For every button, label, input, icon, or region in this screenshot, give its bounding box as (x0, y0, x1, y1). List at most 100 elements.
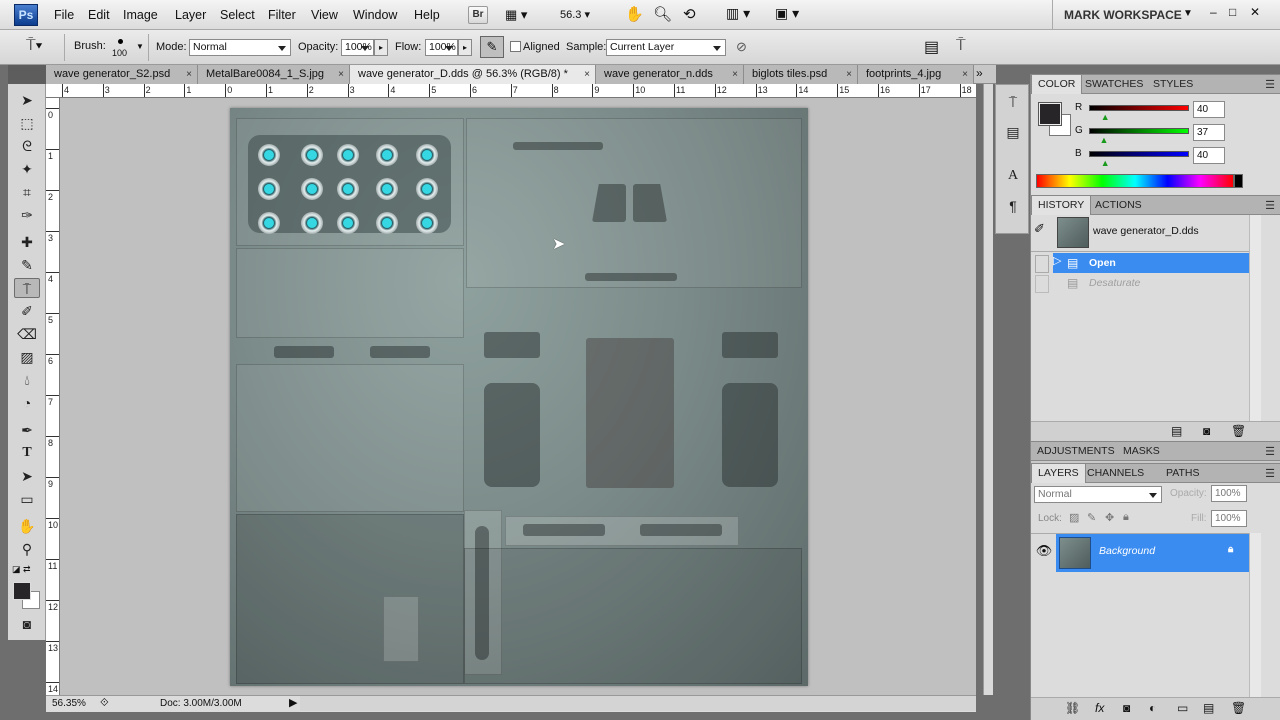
brush-panel-icon[interactable]: ▤ (924, 37, 939, 57)
tab-metalbare[interactable]: MetalBare0084_1_S.jpg × (198, 65, 350, 84)
tab-close-icon[interactable]: × (186, 65, 192, 84)
hand-tool-icon[interactable]: ✋ (625, 5, 644, 23)
blend-mode-select[interactable]: Normal (1034, 486, 1162, 503)
tab-close-icon[interactable]: × (846, 65, 852, 84)
close-button[interactable]: ✕ (1250, 5, 1260, 19)
film-icon[interactable]: ▦ ▾ (505, 7, 527, 23)
zoom-tool-icon[interactable]: ⚲ (14, 539, 40, 559)
type-tool-icon[interactable]: T (14, 443, 40, 463)
maximize-button[interactable]: □ (1229, 5, 1236, 19)
panel-menu-icon[interactable]: ☰ (1265, 199, 1275, 212)
lock-all-icon[interactable]: 🔒︎ (1123, 511, 1129, 524)
lock-transparency-icon[interactable]: ▨ (1069, 511, 1079, 524)
hand-tool-icon[interactable]: ✋ (14, 516, 40, 536)
vertical-scrollbar[interactable] (983, 84, 993, 695)
history-brush-source-icon[interactable]: ✐ (1034, 221, 1045, 237)
history-brush-tool-icon[interactable]: ✐ (14, 301, 40, 321)
menu-layer[interactable]: Layer (175, 8, 206, 22)
green-slider-thumb[interactable]: ▲ (1100, 135, 1109, 145)
new-group-icon[interactable]: ▭ (1177, 701, 1188, 715)
menu-window[interactable]: Window (353, 8, 397, 22)
history-state-checkbox[interactable] (1035, 275, 1049, 293)
tab-close-icon[interactable]: × (584, 65, 590, 84)
layers-scrollbar[interactable] (1249, 533, 1261, 697)
pen-tool-icon[interactable]: ✒ (14, 420, 40, 440)
foreground-color-swatch[interactable] (13, 582, 31, 600)
tab-channels[interactable]: CHANNELS (1081, 464, 1150, 483)
black-swatch[interactable] (1234, 174, 1243, 188)
layer-style-icon[interactable]: fx (1095, 701, 1104, 715)
add-mask-icon[interactable]: ◙ (1123, 701, 1130, 715)
status-options-icon[interactable]: ⟐ (100, 697, 109, 710)
layer-name[interactable]: Background (1099, 545, 1155, 557)
tab-swatches[interactable]: SWATCHES (1079, 75, 1149, 94)
tab-adjustments[interactable]: ADJUSTMENTS (1031, 442, 1121, 461)
crop-tool-icon[interactable]: ⌗ (14, 182, 40, 202)
layer-visibility-eye-icon[interactable]: 👁︎ (1034, 543, 1054, 563)
blue-slider-thumb[interactable]: ▲ (1101, 158, 1110, 168)
horizontal-scrollbar[interactable] (300, 696, 976, 711)
path-selection-tool-icon[interactable]: ➤ (14, 466, 40, 486)
new-layer-icon[interactable]: ▤ (1203, 701, 1214, 715)
tab-color[interactable]: COLOR (1031, 75, 1083, 94)
move-tool-icon[interactable]: ➤ (14, 90, 40, 110)
gradient-tool-icon[interactable]: ▨ (14, 347, 40, 367)
paragraph-panel-icon[interactable]: ¶ (1002, 195, 1024, 217)
panel-menu-icon[interactable]: ☰ (1265, 467, 1275, 480)
green-slider[interactable] (1089, 128, 1189, 134)
panel-menu-icon[interactable]: ☰ (1265, 445, 1275, 458)
healing-brush-tool-icon[interactable]: ✚ (14, 232, 40, 252)
sample-select[interactable]: Current Layer (606, 39, 726, 56)
zoom-dropdown[interactable]: 56.3 ▾ (548, 6, 600, 24)
eyedropper-tool-icon[interactable]: ✑ (14, 205, 40, 225)
lock-position-icon[interactable]: ✥ (1105, 511, 1114, 524)
tab-close-icon[interactable]: × (732, 65, 738, 84)
opacity-slider-button[interactable]: ▸ (374, 39, 388, 56)
brush-chevron-icon[interactable]: ▼ (136, 42, 144, 51)
history-state-slider-icon[interactable]: ▷ (1053, 254, 1061, 267)
tab-styles[interactable]: STYLES (1147, 75, 1199, 94)
shape-tool-icon[interactable]: ▭ (14, 489, 40, 509)
panel-menu-icon[interactable]: ☰ (1265, 78, 1275, 91)
lock-pixels-icon[interactable]: ✎ (1087, 511, 1096, 524)
minimize-button[interactable]: – (1210, 5, 1217, 19)
layer-row-background[interactable]: Background 🔒︎ (1056, 534, 1249, 572)
magic-wand-tool-icon[interactable]: ✦ (14, 159, 40, 179)
foreground-color-swatch[interactable] (1038, 102, 1062, 126)
marquee-tool-icon[interactable]: ⬚ (14, 113, 40, 133)
quick-mask-icon[interactable]: ◙ (14, 614, 40, 634)
tab-history[interactable]: HISTORY (1031, 196, 1092, 215)
default-colors-icon[interactable]: ◪ ⇄ (12, 564, 31, 575)
clone-source-icon[interactable]: ⍑ (1002, 91, 1024, 113)
link-layers-icon[interactable]: ⛓ (1065, 701, 1080, 715)
brush-preset-picker[interactable]: 100 (109, 35, 133, 61)
red-value-input[interactable]: 40 (1193, 101, 1225, 118)
arrange-documents-icon[interactable]: ▥ ▾ (726, 5, 750, 22)
tab-wave-generator-n[interactable]: wave generator_n.dds × (596, 65, 744, 84)
menu-image[interactable]: Image (123, 8, 158, 22)
tab-close-icon[interactable]: × (338, 65, 344, 84)
snapshot-thumbnail[interactable] (1057, 217, 1089, 248)
mode-select[interactable]: Normal (189, 39, 291, 56)
tab-layers[interactable]: LAYERS (1031, 464, 1086, 483)
new-snapshot-icon[interactable]: ◙ (1203, 424, 1210, 438)
red-slider-thumb[interactable]: ▲ (1101, 112, 1110, 122)
texture-artwork[interactable] (230, 108, 808, 686)
dodge-tool-icon[interactable]: ◔ (14, 393, 40, 413)
workspace-switcher[interactable]: MARK WORKSPACE (1064, 8, 1182, 22)
blue-value-input[interactable]: 40 (1193, 147, 1225, 164)
trash-icon[interactable]: 🗑︎ (1231, 701, 1246, 715)
zoom-tool-icon[interactable]: 🔍︎ (653, 5, 672, 23)
new-document-from-state-icon[interactable]: ▤ (1171, 424, 1182, 438)
menu-file[interactable]: File (54, 8, 74, 22)
tab-paths[interactable]: PATHS (1160, 464, 1205, 483)
history-item-open[interactable]: Open (1053, 253, 1249, 273)
menu-help[interactable]: Help (414, 8, 440, 22)
lasso-tool-icon[interactable]: ᘓ (14, 136, 40, 156)
trash-icon[interactable]: 🗑︎ (1231, 424, 1246, 438)
adjustment-layer-icon[interactable]: ◐ (1149, 701, 1156, 715)
opacity-input[interactable]: 100% (341, 39, 374, 56)
history-item-desaturate[interactable]: Desaturate (1053, 273, 1249, 293)
menu-select[interactable]: Select (220, 8, 255, 22)
blur-tool-icon[interactable]: 💧︎ (14, 370, 40, 390)
